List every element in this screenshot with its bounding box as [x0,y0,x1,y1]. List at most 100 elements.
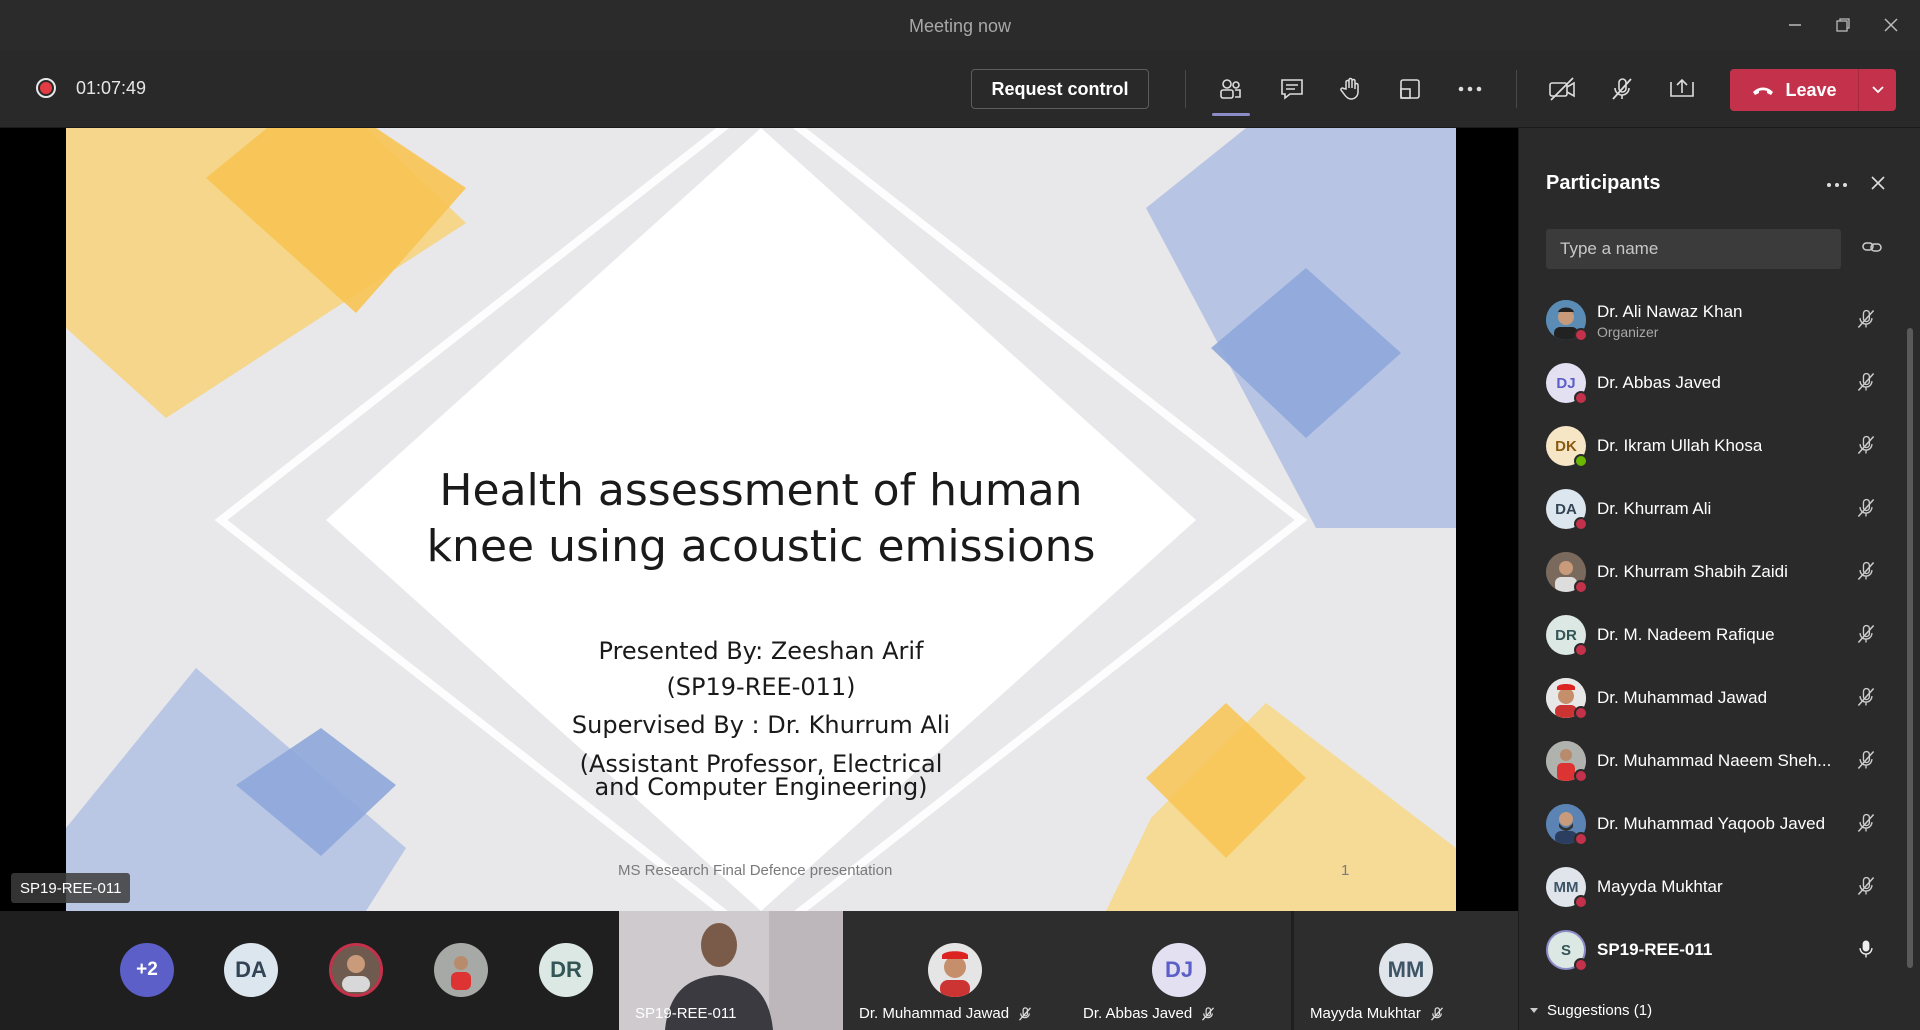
mic-muted-icon [1855,308,1877,335]
leave-options-button[interactable] [1858,69,1896,111]
participant-row[interactable]: Dr. Khurram Shabih Zaidi [1519,540,1904,603]
camera-toggle-button[interactable] [1545,72,1579,106]
participant-row[interactable]: DR Dr. M. Nadeem Rafique [1519,603,1904,666]
toolbar-divider [1516,70,1517,108]
hand-icon [1340,77,1359,100]
recording-icon [36,78,56,98]
avatar[interactable]: DR [539,943,593,997]
participant-role: Organizer [1597,324,1659,340]
suggestions-label: Suggestions (1) [1547,1002,1653,1019]
caret-down-icon [1530,1007,1538,1013]
breakout-rooms-button[interactable] [1393,72,1427,106]
slide-title-line-1: Health assessment of human [439,465,1083,516]
participant-row-self[interactable]: S SP19-REE-011 [1519,918,1904,981]
panel-scrollbar[interactable] [1907,328,1913,968]
participant-name: Dr. Muhammad Jawad [1597,688,1768,707]
panel-title: Participants [1546,172,1661,194]
participant-name: Dr. M. Nadeem Rafique [1597,625,1775,644]
participant-name: SP19-REE-011 [1597,940,1713,959]
video-tile[interactable]: DJ Dr. Abbas Javed [1067,911,1291,1030]
slide-title-line-2: knee using acoustic emissions [426,521,1096,572]
presence-busy-icon [1574,517,1588,531]
more-actions-button[interactable] [1453,72,1487,106]
presence-busy-icon [1574,643,1588,657]
mic-off-icon [1612,78,1632,100]
video-tile[interactable]: Dr. Muhammad Jawad [843,911,1067,1030]
mic-muted-icon [1855,749,1877,776]
slide-page-number: 1 [1341,862,1350,879]
rooms-icon [1400,79,1420,99]
mic-off-icon [1202,1006,1215,1021]
avatar-photo[interactable] [434,943,488,997]
participant-row[interactable]: Dr. Muhammad Jawad [1519,666,1904,729]
mic-muted-icon [1855,371,1877,398]
hang-up-icon [1753,87,1774,95]
share-screen-button[interactable] [1665,72,1699,106]
mic-muted-icon [1855,497,1877,524]
overflow-participants-button[interactable]: +2 [120,943,174,997]
participant-name: Dr. Muhammad Yaqoob Javed [1597,814,1826,833]
participant-name: Mayyda Mukhtar [1597,877,1723,896]
share-icon [1670,78,1694,97]
participant-row[interactable]: DK Dr. Ikram Ullah Khosa [1519,414,1904,477]
mic-muted-icon [1855,875,1877,902]
tile-name: Mayyda Mukhtar [1310,1005,1421,1022]
show-chat-button[interactable] [1275,72,1309,106]
link-icon [1862,242,1882,252]
chevron-down-icon [1871,86,1884,94]
presence-busy-icon [1574,895,1588,909]
person-photo-icon [451,956,471,990]
participant-search-input[interactable] [1546,229,1841,269]
chat-icon [1281,79,1303,100]
slide-presenter: Presented By: Zeeshan Arif [598,637,924,665]
presence-busy-icon [1574,958,1588,972]
slide-footer: MS Research Final Defence presentation [618,862,893,879]
suggestions-section-toggle[interactable]: Suggestions (1) [1529,1002,1652,1019]
slide-supervisor: Supervised By : Dr. Khurrum Ali [571,711,951,739]
mic-muted-icon [1855,686,1877,713]
participant-row[interactable]: Dr. Muhammad Naeem Sheh... [1519,729,1904,792]
panel-close-button[interactable] [1871,176,1885,195]
presence-busy-icon [1574,391,1588,405]
avatar: MM [1379,943,1433,997]
video-tile[interactable]: MM Mayyda Mukhtar [1294,911,1518,1030]
meeting-timer: 01:07:49 [76,78,147,98]
presence-busy-icon [1574,328,1588,342]
participant-row[interactable]: MM Mayyda Mukhtar [1519,855,1904,918]
presence-busy-icon [1574,832,1588,846]
participant-row[interactable]: Dr. Muhammad Yaqoob Javed [1519,792,1904,855]
video-gallery: +2 DA DR SP19-REE-011 Dr. Muhammad Jawad… [0,911,1518,1030]
minimize-button[interactable] [1780,10,1810,40]
mic-toggle-button[interactable] [1605,72,1639,106]
participant-row[interactable]: DJ Dr. Abbas Javed [1519,351,1904,414]
mic-on-icon [1855,938,1877,965]
presentation-slide: Health assessment of human knee using ac… [66,128,1456,911]
shared-screen-stage: Health assessment of human knee using ac… [0,128,1518,911]
close-window-button[interactable] [1876,10,1906,40]
video-tile-self[interactable]: SP19-REE-011 [619,911,843,1030]
leave-main[interactable]: Leave [1730,80,1858,101]
participants-panel: Participants Dr. Ali Nawaz Khan Organize… [1518,128,1920,1030]
request-control-button[interactable]: Request control [971,69,1149,109]
tile-name: Dr. Abbas Javed [1083,1005,1193,1022]
restore-button[interactable] [1828,10,1858,40]
tile-name-row: Dr. Abbas Javed [1083,1005,1216,1022]
participant-name: Dr. Khurram Shabih Zaidi [1597,562,1788,581]
participant-name: Dr. Ikram Ullah Khosa [1597,436,1763,455]
presenter-name-label: SP19-REE-011 [11,873,131,903]
mic-off-icon [1019,1006,1032,1021]
avatar: DJ [1152,943,1206,997]
avatar-photo[interactable] [329,943,383,997]
slide-title: Health assessment of human knee using ac… [366,463,1156,575]
participant-row[interactable]: Dr. Ali Nawaz Khan Organizer [1519,288,1904,351]
participant-name: Dr. Muhammad Naeem Sheh... [1597,751,1832,770]
raise-hand-button[interactable] [1334,72,1368,106]
share-invite-button[interactable] [1862,240,1882,259]
participant-row[interactable]: DA Dr. Khurram Ali [1519,477,1904,540]
panel-more-button[interactable] [1826,176,1848,194]
leave-button[interactable]: Leave [1730,69,1896,111]
show-participants-button[interactable] [1212,72,1250,116]
slide-affiliation-line-2: and Computer Engineering) [594,773,928,801]
tile-name: Dr. Muhammad Jawad [859,1005,1010,1022]
avatar[interactable]: DA [224,943,278,997]
